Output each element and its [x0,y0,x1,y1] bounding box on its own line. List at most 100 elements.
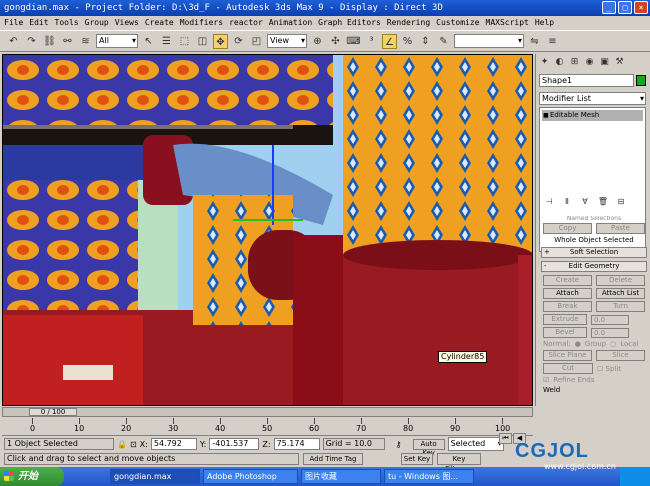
modify-tab-icon[interactable]: ◐ [553,56,566,69]
menu-group[interactable]: Group [85,16,109,30]
refine-ends-checkbox[interactable]: ☑ [543,376,549,384]
menu-file[interactable]: File [4,16,23,30]
goto-start-icon[interactable]: ⏮ [499,433,512,444]
menu-animation[interactable]: Animation [269,16,312,30]
select-and-scale-icon[interactable]: ◰ [249,34,264,49]
pin-stack-icon[interactable]: ⊣ [543,196,555,208]
create-tab-icon[interactable]: ✦ [538,56,551,69]
split-checkbox-label[interactable]: ☐ Split [597,365,645,373]
menu-modifiers[interactable]: Modifiers [180,16,223,30]
rect-selection-icon[interactable]: ⬚ [177,34,192,49]
y-coordinate-field[interactable]: -401.537 [209,438,260,450]
task-windows-picture-viewer[interactable]: tu - Windows 图... [384,469,474,484]
angle-snap-icon[interactable]: ∠ [382,33,397,49]
x-coordinate-field[interactable]: 54.792 [150,438,197,450]
undo-icon[interactable]: ↶ [6,34,21,49]
paste-button[interactable]: Paste [596,223,645,234]
menu-graph-editors[interactable]: Graph Editors [318,16,381,30]
tick-label: 80 [403,424,414,433]
minimize-button[interactable]: _ [602,1,616,14]
bevel-spinner[interactable]: 0.0 [591,327,629,338]
delete-button[interactable]: Delete [596,275,645,286]
set-key-button[interactable]: Set Key [401,452,433,465]
track-bar[interactable]: 0 10 20 30 40 50 60 70 80 90 100 [2,418,533,436]
key-icon[interactable]: ⚷ [388,440,410,449]
modifier-list-dropdown[interactable]: Modifier List [539,92,646,105]
menu-reactor[interactable]: reactor [229,16,263,30]
unlink-icon[interactable]: ⚯ [60,34,75,49]
stack-item-editable-mesh[interactable]: Editable Mesh [542,110,643,121]
menu-maxscript[interactable]: MAXScript [486,16,529,30]
attach-list-button[interactable]: Attach List [596,288,645,299]
create-button[interactable]: Create [543,275,592,286]
redo-icon[interactable]: ↷ [24,34,39,49]
perspective-viewport[interactable]: Cylinder85 [2,54,533,406]
add-time-tag-button[interactable]: Add Time Tag [303,452,363,465]
select-object-icon[interactable]: ↖ [141,34,156,49]
select-by-name-icon[interactable]: ☰ [159,34,174,49]
named-selection-dropdown[interactable] [454,34,524,48]
object-name-field[interactable]: Shape1 [539,74,634,87]
task-picture-favorites[interactable]: 图片收藏 [301,469,381,484]
select-and-move-icon[interactable]: ✥ [213,33,228,49]
menu-tools[interactable]: Tools [55,16,79,30]
link-icon[interactable]: ⛓ [42,34,57,49]
named-selection-icon[interactable]: ✎ [436,34,451,49]
pivot-center-icon[interactable]: ⊕ [310,34,325,49]
percent-snap-icon[interactable]: % [400,34,415,49]
slice-plane-button[interactable]: Slice Plane [543,350,592,361]
spinner-snap-icon[interactable]: ⇕ [418,34,433,49]
window-crossing-icon[interactable]: ◫ [195,34,210,49]
snap-toggle-icon[interactable]: ³ [364,34,379,49]
mirror-icon[interactable]: ⇋ [527,34,542,49]
key-filters-button[interactable]: Key Filters... [437,452,481,473]
manipulate-icon[interactable]: ✣ [328,34,343,49]
copy-button[interactable]: Copy [543,223,592,234]
motion-tab-icon[interactable]: ◉ [583,56,596,69]
extrude-spinner[interactable]: 0.0 [591,314,629,325]
auto-key-button[interactable]: Auto Key [412,438,445,457]
break-button[interactable]: Break [543,301,592,312]
close-button[interactable]: × [634,1,648,14]
turn-button[interactable]: Turn [596,301,645,312]
task-3dsmax[interactable]: gongdian.max [110,469,200,484]
menu-customize[interactable]: Customize [436,16,479,30]
time-slider[interactable]: 0 / 100 [29,408,77,416]
group-radio[interactable]: ● [575,340,581,348]
select-and-rotate-icon[interactable]: ⟳ [231,34,246,49]
absolute-mode-icon[interactable]: ⊡ [130,440,137,449]
make-unique-icon[interactable]: ∀ [579,196,591,208]
show-end-result-icon[interactable]: Ⅱ [561,196,573,208]
keyboard-shortcut-icon[interactable]: ⌨ [346,34,361,49]
hierarchy-tab-icon[interactable]: ⊞ [568,56,581,69]
menu-edit[interactable]: Edit [29,16,48,30]
task-photoshop[interactable]: Adobe Photoshop [203,469,298,484]
menu-help[interactable]: Help [535,16,554,30]
object-color-swatch[interactable] [636,75,646,86]
maximize-button[interactable]: □ [618,1,632,14]
soft-selection-rollout[interactable]: Soft Selection [541,247,647,258]
extrude-button[interactable]: Extrude [543,314,587,325]
bevel-button[interactable]: Bevel [543,327,587,338]
key-selection-dropdown[interactable]: Selected [447,437,504,451]
reference-coord-dropdown[interactable]: View [267,34,307,48]
local-radio[interactable]: ○ [610,340,616,348]
start-button[interactable]: 开始 [0,467,64,486]
attach-button[interactable]: Attach [543,288,592,299]
lock-selection-icon[interactable]: 🔒 [117,440,127,449]
z-coordinate-field[interactable]: 75.174 [273,438,320,450]
menu-rendering[interactable]: Rendering [387,16,430,30]
time-slider-track[interactable]: 0 / 100 [2,407,533,417]
edit-geometry-rollout[interactable]: Edit Geometry [541,261,647,272]
slice-button[interactable]: Slice [596,350,645,361]
cut-button[interactable]: Cut [543,363,593,374]
configure-sets-icon[interactable]: ⊟ [615,196,627,208]
selection-filter-dropdown[interactable]: All [96,34,138,48]
utilities-tab-icon[interactable]: ⚒ [613,56,626,69]
menu-create[interactable]: Create [145,16,174,30]
align-icon[interactable]: ≡ [545,34,560,49]
bind-spacewarp-icon[interactable]: ≋ [78,34,93,49]
display-tab-icon[interactable]: ▣ [598,56,611,69]
remove-modifier-icon[interactable]: 🗑 [597,196,609,208]
menu-views[interactable]: Views [115,16,139,30]
